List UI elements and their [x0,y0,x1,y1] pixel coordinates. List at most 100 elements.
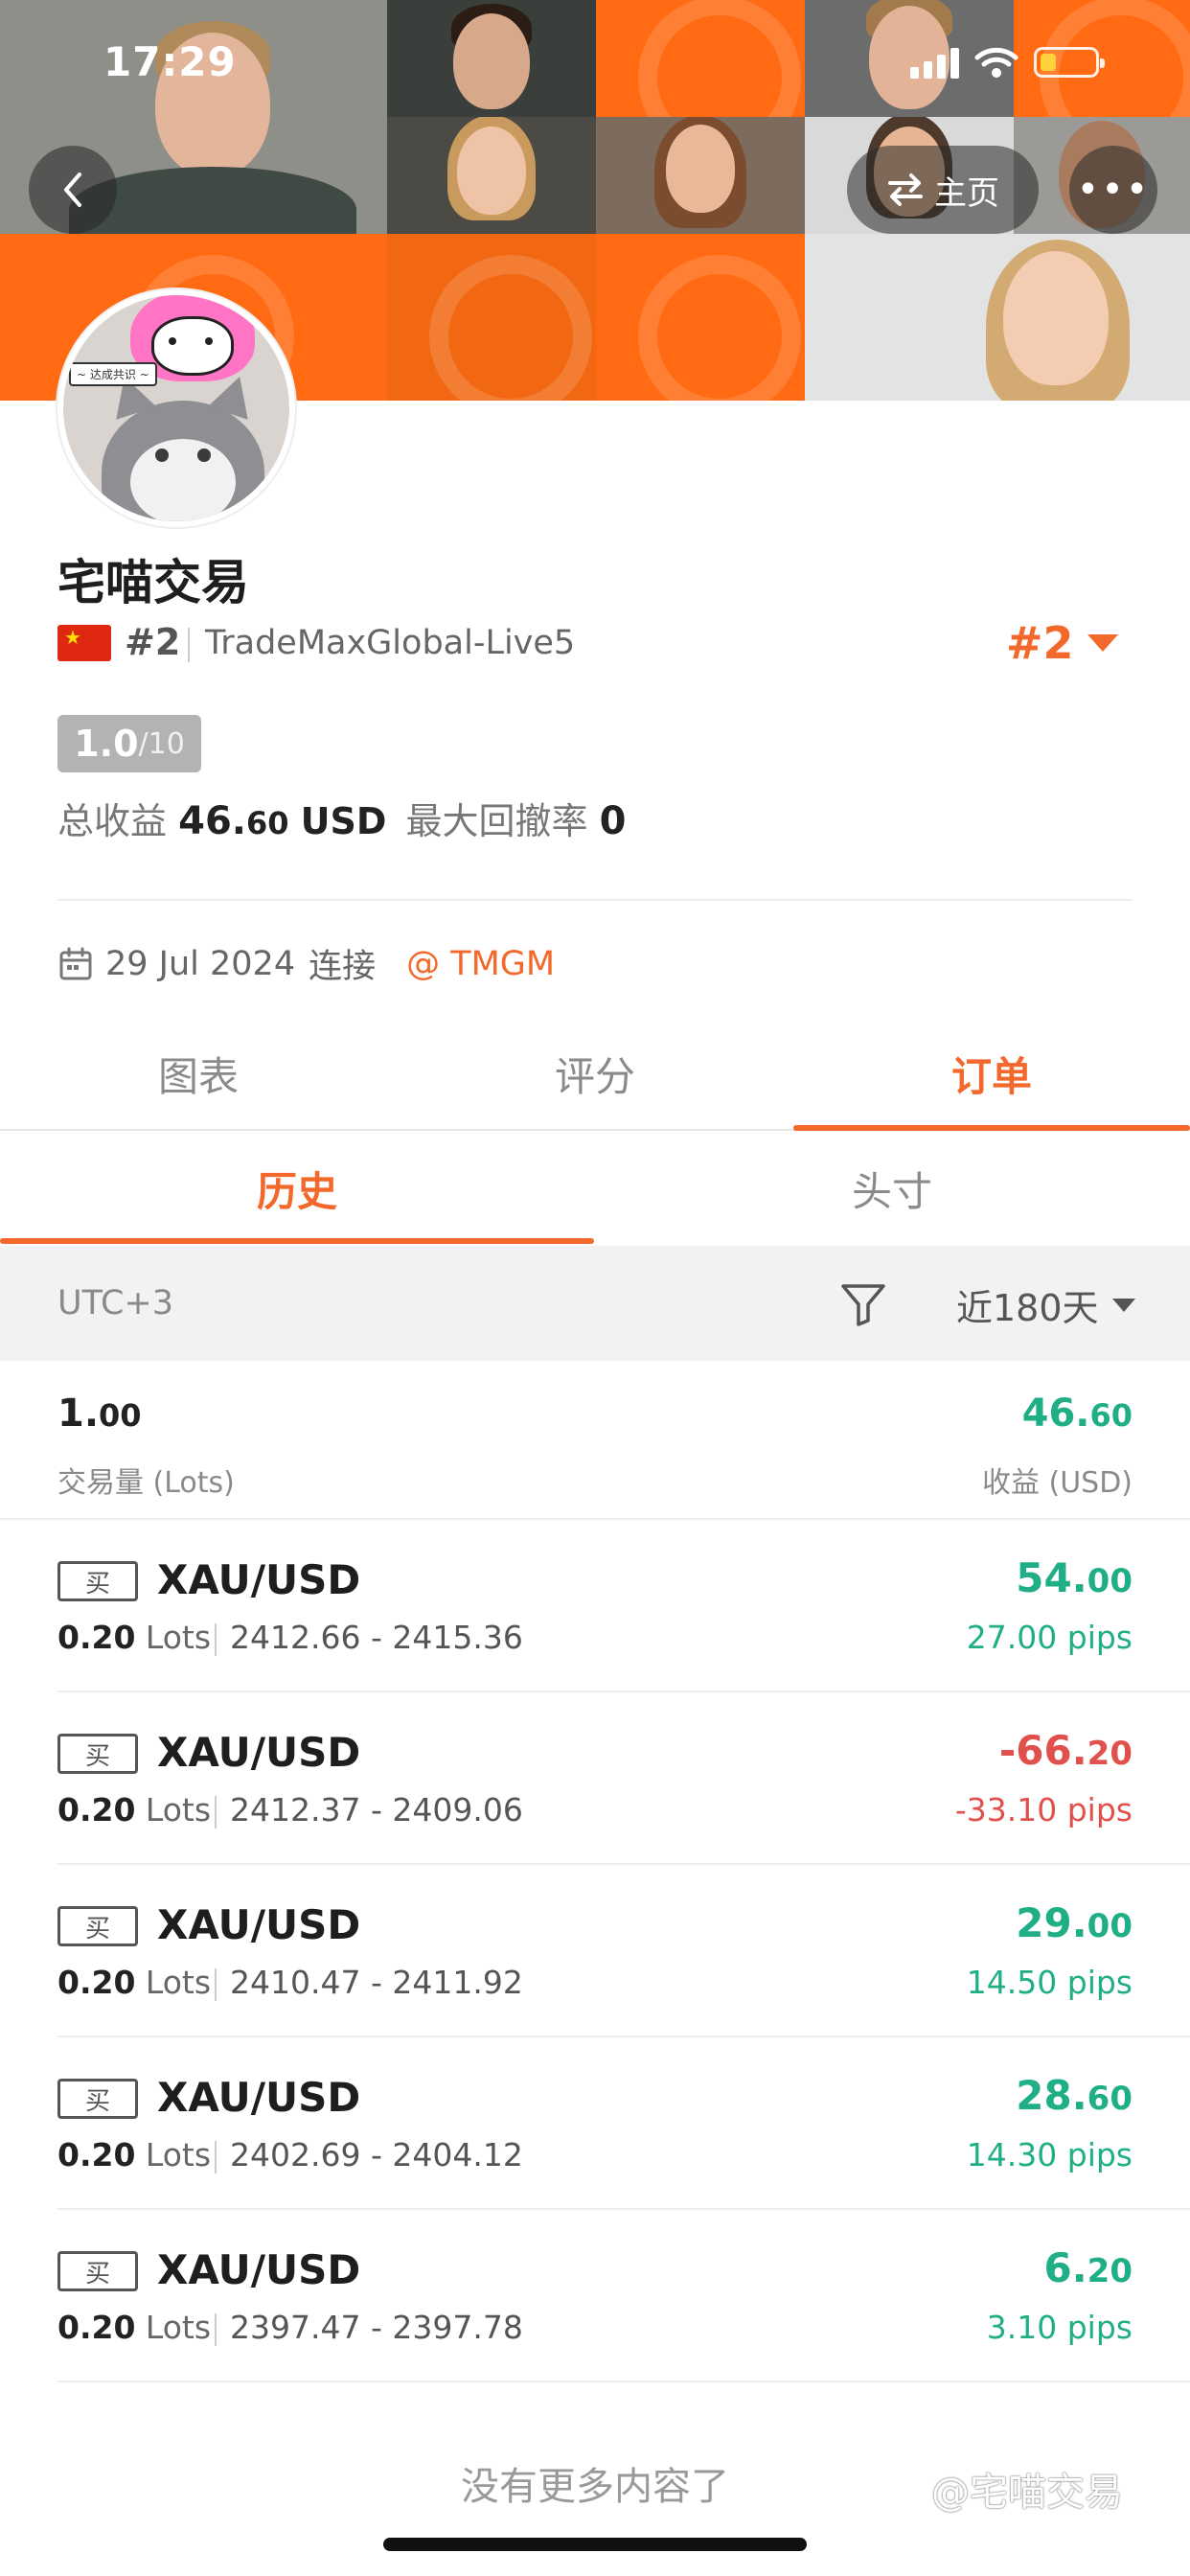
profit-dec: 00 [1087,1907,1133,1945]
order-symbol: XAU/USD [157,1729,361,1776]
order-pips: 14.50 pips [966,1964,1133,2001]
more-button[interactable]: ••• [1069,146,1157,234]
order-symbol: XAU/USD [157,1556,361,1603]
separator [188,628,190,662]
home-button[interactable]: 主页 [847,146,1039,234]
score-max: /10 [138,726,185,761]
profit-dec: 20 [1087,1735,1133,1773]
side-tag: 买 [57,2079,138,2119]
banner-photo [387,0,596,117]
order-symbol: XAU/USD [157,1901,361,1948]
server-name: TradeMaxGlobal-Live5 [205,624,576,662]
stats-line: 总收益 46.60 USD 最大回撤率 0 [57,792,626,844]
lots-unit: Lots [145,1964,212,2001]
lots-value: 0.20 [57,1964,136,2001]
order-row[interactable]: 买 XAU/USD 0.20 Lots 2402.69 - 2404.12 28… [0,2037,1190,2210]
order-profit: 28.60 [1016,2072,1133,2119]
profit-dec: 00 [1087,1562,1133,1600]
score-value: 1.0 [74,723,139,765]
side-tag: 买 [57,2251,138,2291]
period-dropdown[interactable]: 近180天 [956,1278,1135,1331]
back-button[interactable] [29,146,117,234]
lots-value: 0.20 [57,1619,136,1656]
summary-profit-label: 收益 (USD) [981,1466,1133,1500]
score-badge: 1.0/10 [57,715,201,772]
banner-photo [596,117,805,234]
switch-arrows-icon [888,173,923,206]
profit-int: 28. [1016,2072,1087,2119]
cellular-signal-icon [910,46,959,79]
tab-chart[interactable]: 图表 [0,1045,397,1103]
order-row[interactable]: 买 XAU/USD 0.20 Lots 2410.47 - 2411.92 29… [0,1865,1190,2037]
profit-int: -66. [998,1727,1087,1774]
banner-orange-tile [596,234,805,401]
subtab-history-underline [0,1238,594,1244]
side-tag: 买 [57,1561,138,1601]
lots-unit: Lots [145,1619,212,1656]
lots-unit: Lots [145,2136,212,2174]
summary-profit-int: 46. [1021,1392,1090,1436]
subtab-history[interactable]: 历史 [0,1160,594,1218]
connect-date: 29 Jul 2024 [105,944,296,983]
summary-profit-dec: 60 [1089,1397,1133,1434]
flag-cn-icon: ★ [57,625,111,661]
home-indicator[interactable] [383,2538,807,2551]
banner-orange-tile [596,0,805,159]
separator [215,1968,217,2001]
order-prices: 2410.47 - 2411.92 [230,1964,523,2001]
order-pips: 3.10 pips [986,2309,1133,2346]
volume-label: 交易量 (Lots) [57,1466,235,1500]
separator [215,2313,217,2346]
total-profit-unit: USD [300,800,387,842]
order-row[interactable]: 买 XAU/USD 0.20 Lots 2397.47 - 2397.78 6.… [0,2210,1190,2382]
max-drawdown-label: 最大回撤率 [405,800,588,842]
profit-int: 54. [1016,1554,1087,1601]
side-tag: 买 [57,1906,138,1946]
status-icons [910,38,1105,86]
order-prices: 2412.37 - 2409.06 [230,1791,523,1828]
order-lots: 0.20 Lots [57,2136,211,2174]
order-symbol: XAU/USD [157,2246,361,2293]
banner-photo [387,117,596,234]
calendar-icon [59,947,92,979]
avatar[interactable]: ~ 达成共识 ~ [57,289,295,527]
order-profit: 29.00 [1016,1899,1133,1946]
volume-value: 1.00 [57,1392,142,1436]
profit-dec: 20 [1087,2252,1133,2290]
separator [215,1623,217,1656]
avatar-caption: ~ 达成共识 ~ [69,362,157,386]
filter-button[interactable] [839,1282,887,1330]
rank-dropdown-label: #2 [1006,617,1074,669]
tab-orders[interactable]: 订单 [793,1045,1190,1103]
separator [215,2141,217,2174]
order-pips: -33.10 pips [954,1791,1133,1828]
order-symbol: XAU/USD [157,2074,361,2121]
order-profit: 6.20 [1043,2244,1133,2291]
watermark: @宅喵交易 [931,2471,1123,2515]
row-divider [57,2380,1190,2382]
lots-value: 0.20 [57,2136,136,2174]
order-profit: -66.20 [999,1727,1133,1774]
side-tag: 买 [57,1734,138,1774]
order-pips: 27.00 pips [966,1619,1133,1656]
profit-int: 29. [1016,1899,1087,1946]
order-prices: 2402.69 - 2404.12 [230,2136,523,2174]
total-profit-label: 总收益 [57,800,168,842]
order-row[interactable]: 买 XAU/USD 0.20 Lots 2412.37 - 2409.06 -6… [0,1692,1190,1865]
subtab-positions[interactable]: 头寸 [594,1160,1190,1218]
order-row[interactable]: 买 XAU/USD 0.20 Lots 2412.66 - 2415.36 54… [0,1520,1190,1692]
connect-info: 29 Jul 2024 连接 @ TMGM [57,939,555,988]
profit-int: 6. [1043,2244,1087,2291]
order-prices: 2412.66 - 2415.36 [230,1619,523,1656]
order-lots: 0.20 Lots [57,1791,211,1828]
lots-unit: Lots [145,1791,212,1828]
banner-orange-tile [387,234,596,401]
broker-link[interactable]: @ TMGM [406,945,555,983]
rank-dropdown[interactable]: #2 [1006,617,1118,669]
wifi-icon [974,47,1018,78]
order-lots: 0.20 Lots [57,2309,211,2346]
order-lots: 0.20 Lots [57,1964,211,2001]
home-button-label: 主页 [934,173,999,213]
total-profit-int: 46. [178,799,246,843]
tab-rating[interactable]: 评分 [397,1045,793,1103]
